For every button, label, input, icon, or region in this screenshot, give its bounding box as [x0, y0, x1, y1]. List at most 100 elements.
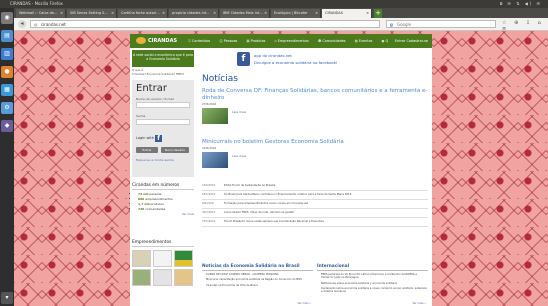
- forgot-password-link[interactable]: Esqueceu a minha senha: [136, 158, 174, 162]
- close-icon[interactable]: ×: [264, 9, 267, 18]
- post-thumbnail[interactable]: [202, 152, 228, 168]
- files-icon[interactable]: ▤: [1, 30, 13, 42]
- new-user-button[interactable]: Novo Usuário: [161, 147, 189, 153]
- post-date: 24/6/2016: [202, 146, 217, 150]
- column-item[interactable]: CURSO DE DOCE CASEIRO SENAR - COOPERA MI…: [206, 273, 313, 276]
- logo-text: CIRANDAS: [148, 38, 178, 44]
- news-row[interactable]: 18/6/2016 Edital Fundo de Sustentação ao …: [202, 182, 428, 191]
- close-icon[interactable]: ×: [213, 9, 216, 18]
- tab[interactable]: Ecológico | Bitcofer ×: [271, 9, 321, 18]
- google-icon: g: [390, 22, 393, 27]
- site-logo[interactable]: CIRANDAS: [136, 36, 177, 46]
- facebook-login[interactable]: Login with f: [136, 134, 163, 142]
- writer-icon[interactable]: ▦: [1, 84, 13, 96]
- post-media: Leia mais: [202, 108, 428, 126]
- facebook-label: Login with: [136, 136, 154, 140]
- close-icon[interactable]: ×: [111, 9, 114, 18]
- login-link[interactable]: Entrar: [395, 39, 406, 43]
- person-icon: ☺: [219, 39, 223, 43]
- enterprise-thumb[interactable]: [153, 269, 172, 286]
- document-icon[interactable]: ▥: [1, 48, 13, 60]
- post-date: 27/6/2016: [202, 102, 217, 106]
- search-input[interactable]: g Google: [386, 20, 496, 28]
- menu-item-comunidades[interactable]: ☻Comunidades: [318, 39, 350, 43]
- tab-active[interactable]: CIRANDAS ×: [322, 9, 372, 18]
- stats-label: empreendimentos: [145, 197, 173, 201]
- username-field[interactable]: [136, 102, 190, 108]
- menu-item-pessoas[interactable]: ☺Pessoas: [219, 39, 241, 43]
- column-item[interactable]: FBES participa do VII Encontro Latino-Am…: [321, 273, 428, 280]
- intro-link[interactable]: Cirandas? Economia Solidária? FBES?: [132, 72, 194, 77]
- post-title[interactable]: Minicurrais no boletim Gestores Economia…: [202, 139, 428, 146]
- post-media: Leia mais: [202, 152, 428, 170]
- system-tray[interactable]: ⌸ ✉ ⇅ ◀) ✉: [500, 0, 542, 8]
- app-promo-title[interactable]: app do cirandas.net: [254, 53, 292, 58]
- stats-title: Cirandas em números: [132, 183, 194, 190]
- building-icon: ⌂: [274, 39, 277, 43]
- tab[interactable]: Cartilha fonte autori... ×: [118, 9, 168, 18]
- enterprise-thumb[interactable]: [174, 250, 193, 267]
- tab[interactable]: Webmail :: Caixa de... ×: [16, 9, 66, 18]
- news-list: 18/6/2016 Edital Fundo de Sustentação ao …: [202, 182, 428, 227]
- trash-icon[interactable]: ▾: [1, 292, 13, 304]
- tab[interactable]: SIB Senes Setting S... ×: [67, 9, 117, 18]
- dash-icon[interactable]: ◉: [1, 12, 13, 24]
- app-promo-text[interactable]: Divulgue a economia solidária no faceboo…: [254, 60, 337, 65]
- tab[interactable]: propicia cidades int... ×: [169, 9, 219, 18]
- stats-more-link[interactable]: Ver mais: [132, 212, 194, 216]
- password-field[interactable]: [136, 119, 190, 125]
- url-text: cirandas.net: [41, 22, 66, 27]
- read-more-link[interactable]: Leia mais: [232, 154, 246, 158]
- settings-icon[interactable]: ⚙: [1, 102, 13, 114]
- app-icon[interactable]: ◆: [1, 120, 13, 132]
- menu-item-empreendimentos[interactable]: ⌂Empreendimentos: [275, 39, 313, 43]
- new-tab-button[interactable]: +: [374, 9, 382, 18]
- column-title: Notícias da Economia Solidária no Brasil: [202, 264, 313, 271]
- close-icon[interactable]: ×: [162, 9, 165, 18]
- news-row[interactable]: 16/6/2016 Do Brasil para Santa Maria: con…: [202, 191, 428, 200]
- column-item[interactable]: Cirandas na Economia de Viña de Bosco: [206, 284, 313, 287]
- column-item[interactable]: Declaração sobre economia solidária e no…: [321, 287, 428, 294]
- post-thumbnail[interactable]: [202, 108, 228, 124]
- stats-list: 72 mil pessoas 800 empreendimentos 1,7 m…: [132, 192, 194, 212]
- signup-link[interactable]: Cadastrar-se: [407, 39, 429, 43]
- map-pin-icon: ●: [381, 39, 385, 43]
- international-column: Internacional FBES participa do VII Enco…: [317, 264, 428, 305]
- enterprise-thumb[interactable]: [132, 269, 151, 286]
- news-row[interactable]: 30/5/2016 Curso Aberto FBES: Vídeo da rod…: [202, 209, 428, 218]
- tab[interactable]: IBM Cidades Mais Int... ×: [220, 9, 270, 18]
- news-row[interactable]: 23/5/2016 Fórum Brasileiro reúne nesta se…: [202, 218, 428, 227]
- close-icon[interactable]: ×: [366, 9, 369, 18]
- column-item[interactable]: Minicurso capacitação economia solidária…: [206, 278, 313, 281]
- enter-button[interactable]: Entrar: [136, 147, 158, 153]
- tab-label: IBM Cidades Mais Int...: [223, 11, 263, 15]
- sidebar-banner[interactable]: A rede social e econômica que é para a E…: [132, 50, 194, 67]
- firefox-icon[interactable]: ●: [1, 66, 13, 78]
- news-heading: Notícias: [202, 74, 238, 84]
- post-title[interactable]: Roda de Conversa DF: Finanças Solidárias…: [202, 88, 428, 102]
- back-icon[interactable]: ◂: [18, 20, 26, 28]
- url-bar[interactable]: ◍ cirandas.net: [30, 20, 380, 28]
- enterprise-thumb[interactable]: [174, 269, 193, 286]
- news-row[interactable]: 6/6/2016 Formação para empreendimentos no…: [202, 200, 428, 209]
- menu-item-produtos[interactable]: ▣Produtos: [246, 39, 269, 43]
- menu-item-search[interactable]: ●Q: [382, 39, 393, 43]
- menu-item-eventos[interactable]: ▦Eventos: [355, 39, 377, 43]
- see-more-link[interactable]: Ver mais »: [412, 302, 426, 305]
- news-date: 16/6/2016: [202, 193, 216, 196]
- menu-label: Produtos: [250, 39, 266, 43]
- page-viewport: CIRANDAS ☑Conteúdos ☺Pessoas ▣Produtos ⌂…: [14, 31, 548, 306]
- see-more-link[interactable]: Ver mais »: [297, 302, 311, 305]
- tab-label: Cartilha fonte autori...: [121, 11, 160, 15]
- news-date: 30/5/2016: [202, 211, 216, 214]
- close-icon[interactable]: ×: [60, 9, 63, 18]
- close-icon[interactable]: ×: [315, 9, 318, 18]
- column-item[interactable]: Reflexiones sobre economía solidaria y e…: [321, 282, 428, 285]
- menu-item-conteudos[interactable]: ☑Conteúdos: [188, 39, 214, 43]
- menu-label: Empreendimentos: [277, 39, 309, 43]
- news-text: Do Brasil para Santa Maria: contribua no…: [224, 193, 352, 196]
- enterprise-thumb[interactable]: [132, 250, 151, 267]
- enterprise-thumb[interactable]: [153, 250, 172, 267]
- app-promo[interactable]: f app do cirandas.net Divulgue a economi…: [202, 52, 428, 68]
- read-more-link[interactable]: Leia mais: [232, 110, 246, 114]
